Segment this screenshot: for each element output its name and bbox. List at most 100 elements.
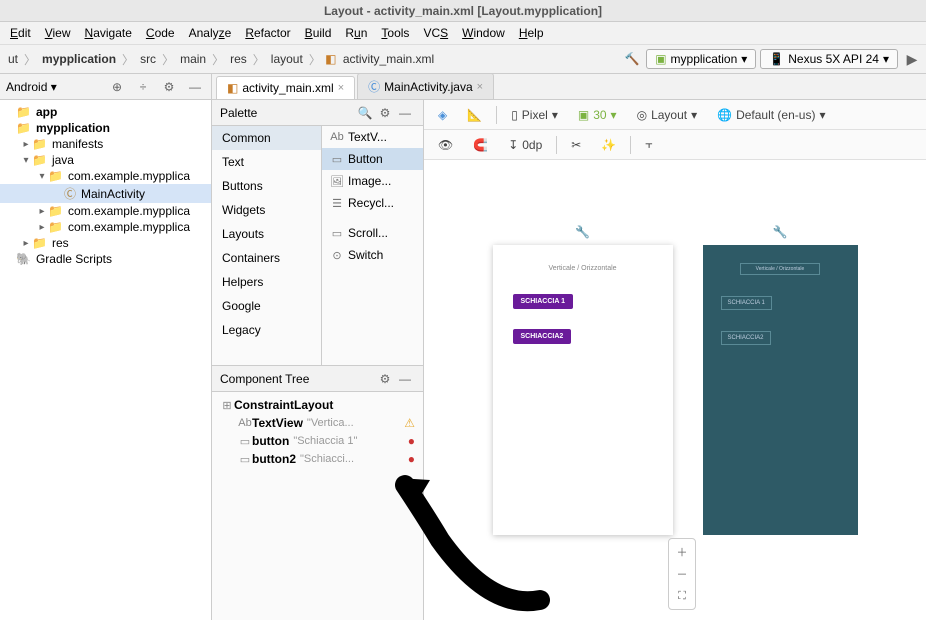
menu-help[interactable]: Help <box>513 24 550 42</box>
bc-item[interactable]: main <box>176 50 210 68</box>
project-tree-node[interactable]: 🐘Gradle Scripts <box>0 251 211 267</box>
bc-item[interactable]: ut <box>4 50 22 68</box>
target-icon[interactable]: ⊕ <box>107 77 127 97</box>
menu-edit[interactable]: EEditdit <box>4 24 37 42</box>
default-margin[interactable]: ↧ 0dp <box>502 136 548 154</box>
palette-item[interactable]: ⊙Switch <box>322 244 423 266</box>
project-tree-node[interactable]: ▾📁java <box>0 152 211 168</box>
palette-category[interactable]: Buttons <box>212 174 321 198</box>
palette-category[interactable]: Layouts <box>212 222 321 246</box>
component-tree-title: Component Tree <box>220 372 375 386</box>
error-icon: ● <box>408 452 415 466</box>
project-view-combo[interactable]: Android ▾ <box>6 80 57 94</box>
bc-item[interactable]: src <box>136 50 160 68</box>
palette-item[interactable]: 🖼Image... <box>322 170 423 192</box>
project-tree-node[interactable]: ▾📁com.example.mypplica <box>0 168 211 184</box>
zoom-fit-button[interactable]: ⛶ <box>673 587 691 605</box>
theme-select[interactable]: ◎ Layout ▾ <box>631 106 704 124</box>
bc-item[interactable]: layout <box>267 50 307 68</box>
guidelines-button[interactable]: ⫟ <box>639 135 658 154</box>
menu-run[interactable]: Run <box>339 24 373 42</box>
component-tree-node[interactable]: ▭ button2 "Schiacci...● <box>216 450 419 468</box>
minimize-icon[interactable]: — <box>185 77 205 97</box>
java-class-icon: Ⓒ <box>368 78 380 95</box>
blueprint-preview[interactable]: 🔧 Verticale / Orizzontale SCHIACCIA 1 SC… <box>703 245 858 535</box>
device-icon: 📱 <box>769 52 784 66</box>
infer-constraints-button[interactable]: ✨ <box>595 136 622 154</box>
palette-category[interactable]: Google <box>212 294 321 318</box>
palette-item[interactable]: ☰Recycl... <box>322 192 423 214</box>
palette-item[interactable]: ▭Button <box>322 148 423 170</box>
palette-item[interactable]: AbTextV... <box>322 126 423 148</box>
minimize-icon[interactable]: — <box>395 103 415 123</box>
run-button[interactable]: ▶ <box>902 49 922 69</box>
bc-item[interactable]: res <box>226 50 251 68</box>
device-select[interactable]: ▯ Pixel ▾ <box>505 106 564 124</box>
palette-category[interactable]: Text <box>212 150 321 174</box>
menu-code[interactable]: Code <box>140 24 181 42</box>
palette-category[interactable]: Legacy <box>212 318 321 342</box>
navigation-toolbar: ut〉 mypplication〉 src〉 main〉 res〉 layout… <box>0 44 926 74</box>
design-mode-button[interactable]: ◈ <box>432 106 453 124</box>
project-tree-node[interactable]: 📁app <box>0 104 211 120</box>
close-icon[interactable]: × <box>477 81 483 93</box>
design-preview[interactable]: 🔧 Verticale / Orizzontale SCHIACCIA 1 SC… <box>493 245 673 535</box>
blueprint-button2[interactable]: SCHIACCIA2 <box>721 331 771 345</box>
minimize-icon[interactable]: — <box>395 369 415 389</box>
menu-build[interactable]: Build <box>299 24 338 42</box>
divide-icon[interactable]: ÷ <box>133 77 153 97</box>
xml-file-icon: ◧ <box>227 81 238 95</box>
menu-vcs[interactable]: VCS <box>417 24 454 42</box>
close-icon[interactable]: × <box>338 82 344 94</box>
run-config-combo[interactable]: ▣ mypplication ▾ <box>646 49 756 69</box>
zoom-in-button[interactable]: ＋ <box>673 543 691 561</box>
clear-constraints-button[interactable]: ✂ <box>565 136 587 154</box>
palette-category[interactable]: Common <box>212 126 321 150</box>
project-tree-node[interactable]: 📁mypplication <box>0 120 211 136</box>
preview-button2[interactable]: SCHIACCIA2 <box>513 329 572 344</box>
visibility-button[interactable]: 👁 <box>432 136 459 154</box>
menu-analyze[interactable]: Analyze <box>183 24 238 42</box>
bc-item[interactable]: activity_main.xml <box>339 50 438 68</box>
warning-icon: ⚠ <box>404 416 415 430</box>
component-tree-node[interactable]: ⊞ ConstraintLayout <box>216 396 419 414</box>
menu-refactor[interactable]: Refactor <box>239 24 296 42</box>
chevron-down-icon: ▾ <box>741 52 747 66</box>
palette-category[interactable]: Widgets <box>212 198 321 222</box>
preview-textview[interactable]: Verticale / Orizzontale <box>513 265 653 272</box>
hammer-icon[interactable]: 🔨 <box>622 49 642 69</box>
device-combo[interactable]: 📱 Nexus 5X API 24 ▾ <box>760 49 898 69</box>
editor-tabs: ◧ activity_main.xml × Ⓒ MainActivity.jav… <box>212 74 926 100</box>
api-select[interactable]: ▣ 30 ▾ <box>572 106 623 124</box>
project-tree-node[interactable]: ▸📁com.example.mypplica <box>0 203 211 219</box>
gear-icon[interactable]: ⚙ <box>375 103 395 123</box>
menu-view[interactable]: View <box>39 24 77 42</box>
project-tree-node[interactable]: ⒸMainActivity <box>0 184 211 203</box>
tab-activity-main[interactable]: ◧ activity_main.xml × <box>216 76 355 99</box>
component-tree-node[interactable]: Ab TextView "Vertica...⚠ <box>216 414 419 432</box>
menu-navigate[interactable]: Navigate <box>79 24 138 42</box>
project-tree-node[interactable]: ▸📁res <box>0 235 211 251</box>
menu-tools[interactable]: Tools <box>375 24 415 42</box>
palette-item[interactable]: ▭Scroll... <box>322 222 423 244</box>
gear-icon[interactable]: ⚙ <box>375 369 395 389</box>
tab-mainactivity[interactable]: Ⓒ MainActivity.java × <box>357 73 494 99</box>
component-tree-node[interactable]: ▭ button "Schiaccia 1"● <box>216 432 419 450</box>
locale-select[interactable]: 🌐 Default (en-us) ▾ <box>711 106 831 124</box>
bc-item[interactable]: mypplication <box>38 50 120 68</box>
zoom-out-button[interactable]: － <box>673 565 691 583</box>
orientation-button[interactable]: 📐 <box>461 106 488 124</box>
magnet-button[interactable]: 🧲 <box>467 136 494 154</box>
search-icon[interactable]: 🔍 <box>355 103 375 123</box>
blueprint-button1[interactable]: SCHIACCIA 1 <box>721 296 772 310</box>
chevron-down-icon: ▾ <box>883 52 889 66</box>
palette-category[interactable]: Helpers <box>212 270 321 294</box>
gear-icon[interactable]: ⚙ <box>159 77 179 97</box>
project-tree-node[interactable]: ▸📁com.example.mypplica <box>0 219 211 235</box>
palette-item[interactable] <box>322 214 423 222</box>
menu-window[interactable]: Window <box>456 24 511 42</box>
blueprint-textview[interactable]: Verticale / Orizzontale <box>740 263 820 275</box>
preview-button1[interactable]: SCHIACCIA 1 <box>513 294 573 309</box>
palette-category[interactable]: Containers <box>212 246 321 270</box>
project-tree-node[interactable]: ▸📁manifests <box>0 136 211 152</box>
